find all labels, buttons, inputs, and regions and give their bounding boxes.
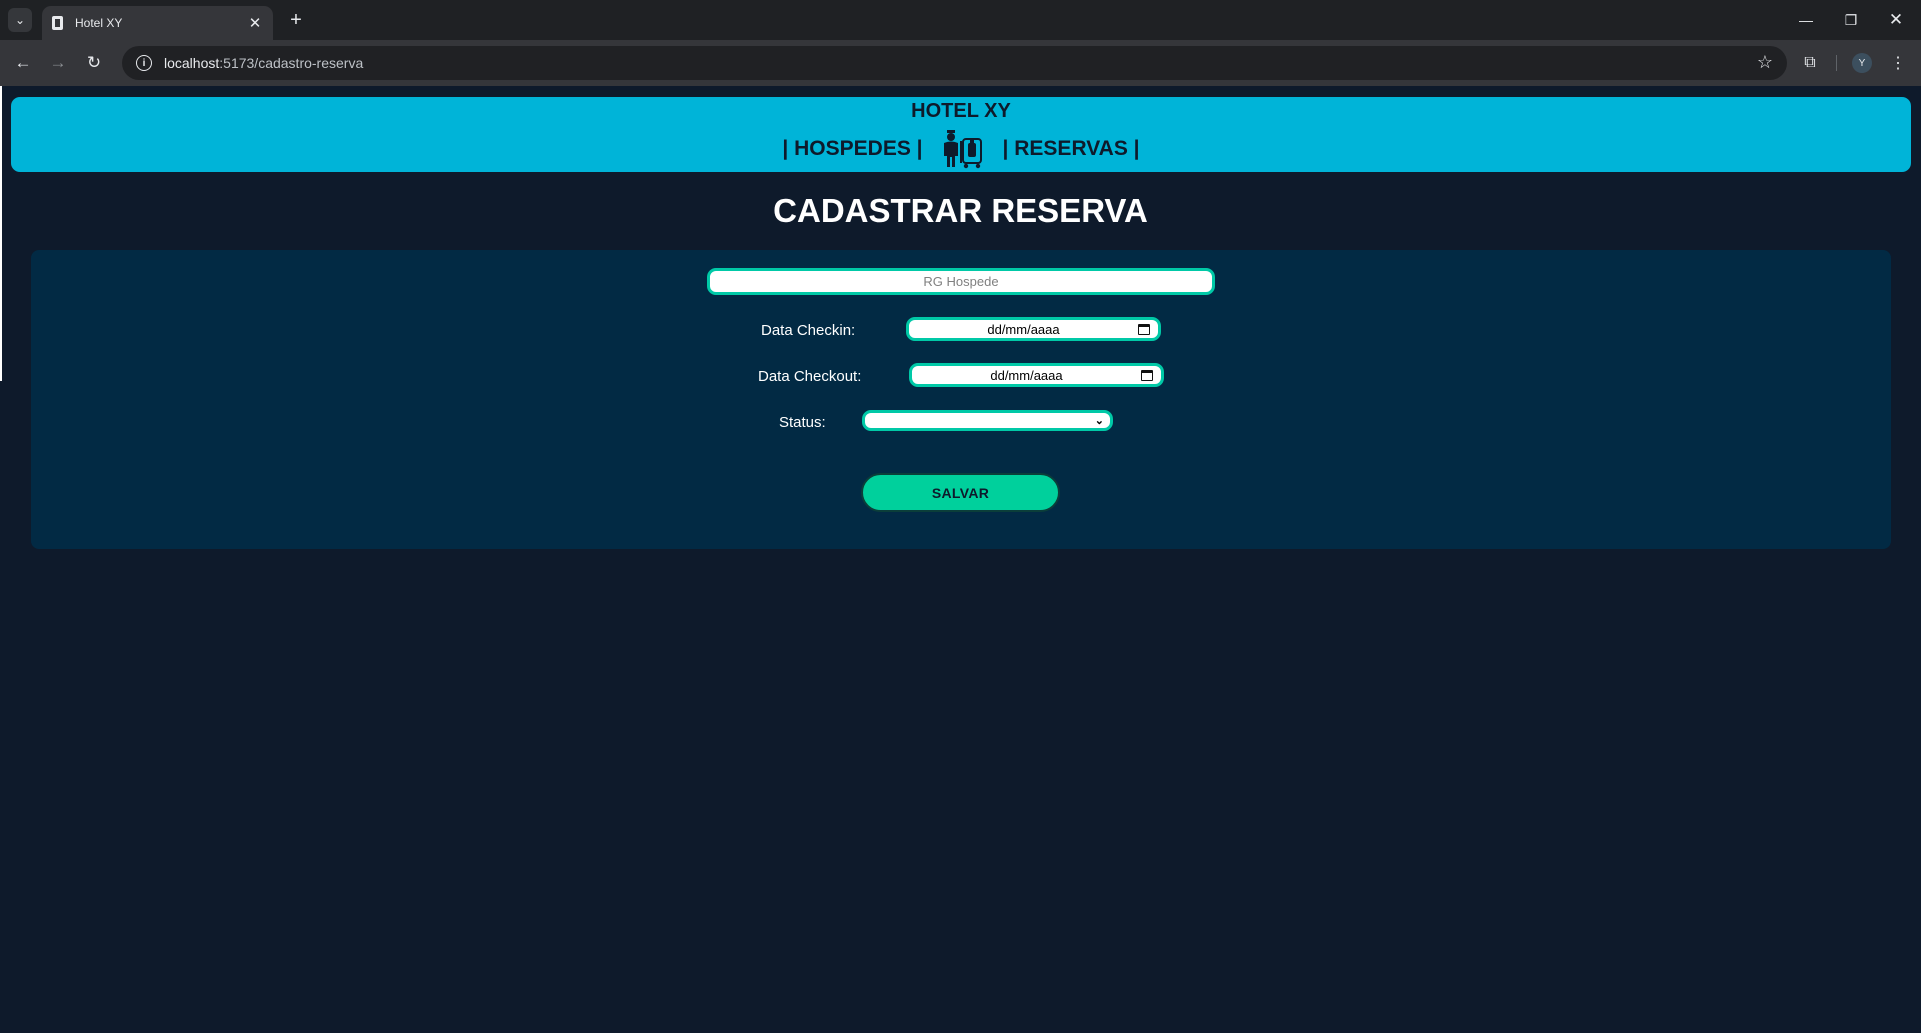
status-label: Status: xyxy=(779,414,826,431)
close-window-icon[interactable]: ✕ xyxy=(1881,8,1911,32)
url-host: localhost xyxy=(164,55,220,71)
extensions-icon[interactable]: ⧉ xyxy=(1797,50,1823,76)
calendar-icon[interactable] xyxy=(1138,323,1150,335)
restore-icon[interactable]: ❐ xyxy=(1836,8,1866,32)
bellhop-luggage-icon[interactable] xyxy=(941,129,985,169)
checkin-date-value: dd/mm/aaaa xyxy=(987,321,1060,337)
toolbar-separator xyxy=(1836,55,1837,71)
left-edge-strip xyxy=(0,86,2,381)
save-button[interactable]: SALVAR xyxy=(861,473,1060,512)
calendar-icon[interactable] xyxy=(1141,369,1153,381)
url-text: localhost:5173/cadastro-reserva xyxy=(164,55,363,71)
checkout-label: Data Checkout: xyxy=(758,368,862,385)
url-path: :5173/cadastro-reserva xyxy=(219,55,364,71)
browser-toolbar: ← → ↻ i localhost:5173/cadastro-reserva … xyxy=(0,40,1921,86)
checkin-label: Data Checkin: xyxy=(761,322,856,339)
tab-close-icon[interactable]: ✕ xyxy=(247,14,263,32)
browser-tab[interactable]: Hotel XY ✕ xyxy=(42,6,273,40)
minimize-icon[interactable]: — xyxy=(1791,8,1821,32)
rg-hospede-input[interactable] xyxy=(707,268,1215,295)
tab-search-icon[interactable]: ⌄ xyxy=(8,8,32,32)
checkout-date-value: dd/mm/aaaa xyxy=(990,367,1063,383)
checkout-date-input[interactable]: dd/mm/aaaa xyxy=(909,363,1164,387)
back-icon[interactable]: ← xyxy=(10,50,36,76)
status-select[interactable]: ⌄ xyxy=(862,410,1113,431)
nav-link-reservas[interactable]: | RESERVAS | xyxy=(1003,137,1140,161)
reload-icon[interactable]: ↻ xyxy=(81,50,107,76)
main-nav: | HOSPEDES | | RESERVAS | xyxy=(11,129,1911,169)
site-header: HOTEL XY | HOSPEDES | | RESERVAS | xyxy=(11,97,1911,172)
tab-title: Hotel XY xyxy=(75,16,123,30)
page-viewport: HOTEL XY | HOSPEDES | | RESERVAS | CADAS… xyxy=(0,86,1921,1033)
brand-title: HOTEL XY xyxy=(911,100,1011,122)
avatar[interactable]: Y xyxy=(1852,53,1872,73)
forward-icon[interactable]: → xyxy=(45,50,71,76)
hotel-favicon-icon xyxy=(52,16,63,30)
star-icon[interactable]: ☆ xyxy=(1757,52,1773,73)
new-tab-button[interactable]: + xyxy=(284,8,308,32)
checkin-date-input[interactable]: dd/mm/aaaa xyxy=(906,317,1161,341)
info-icon[interactable]: i xyxy=(136,55,152,71)
page-title: CADASTRAR RESERVA xyxy=(773,192,1148,229)
nav-link-hospedes[interactable]: | HOSPEDES | xyxy=(782,137,922,161)
menu-icon[interactable]: ⋮ xyxy=(1888,50,1908,76)
address-bar[interactable]: i localhost:5173/cadastro-reserva ☆ xyxy=(122,46,1787,80)
browser-tab-bar: ⌄ Hotel XY ✕ + — ❐ ✕ xyxy=(0,0,1921,40)
chevron-down-icon: ⌄ xyxy=(1094,415,1104,427)
